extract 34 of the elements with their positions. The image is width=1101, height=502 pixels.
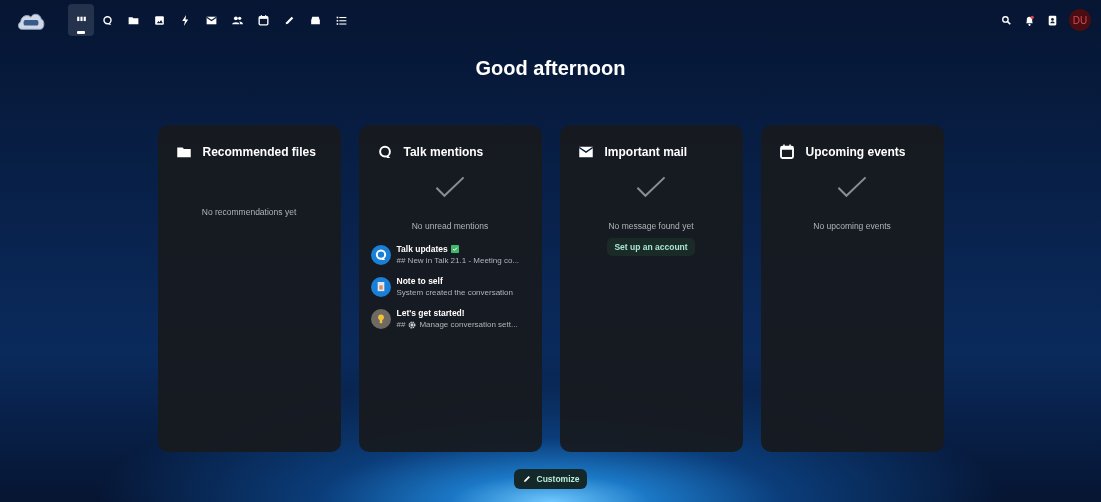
message-preview: Manage conversation sett...	[419, 320, 518, 329]
image-icon	[152, 13, 166, 27]
widget-title: Upcoming events	[805, 145, 906, 159]
conversation-item[interactable]: Let's get started! ## Manage conversation sett...	[370, 308, 534, 329]
search-icon[interactable]	[1000, 13, 1013, 27]
conversation-title: Talk updates	[396, 244, 448, 254]
message-preview: System created the conversation	[396, 288, 513, 297]
notification-bell-icon[interactable]	[1023, 13, 1036, 27]
conversation-avatar-icon	[370, 276, 391, 297]
app-grid-button[interactable]	[68, 4, 94, 36]
message-preview: ## New in Talk 21.1 - Meeting co...	[396, 256, 520, 265]
widget-title: Important mail	[604, 145, 688, 159]
widget-title: Talk mentions	[403, 145, 484, 159]
conversation-avatar-icon	[370, 308, 391, 329]
contact-card-icon[interactable]	[1046, 13, 1059, 27]
widget-title: Recommended files	[202, 145, 316, 159]
empty-message: No upcoming events	[813, 221, 891, 231]
conversation-title: Note to self	[396, 276, 443, 286]
user-avatar[interactable]: DU	[1069, 9, 1091, 31]
empty-message: No recommendations yet	[201, 207, 297, 217]
conversation-item[interactable]: Talk updates ## New in Talk 21.1 - Meeting co...	[370, 244, 534, 265]
chat-bubble-icon	[100, 13, 114, 27]
empty-message: No unread mentions	[411, 221, 489, 231]
setup-account-button[interactable]: Set up an account	[607, 238, 695, 256]
calendar-icon	[256, 13, 270, 27]
conversation-item[interactable]: Note to self System created the conversation	[370, 276, 534, 297]
calendar-icon	[777, 143, 796, 161]
conversation-title: Let's get started!	[396, 308, 465, 318]
pencil-icon	[521, 474, 532, 484]
empty-message: No message found yet	[608, 221, 694, 231]
message-prefix: ##	[396, 320, 406, 329]
conversation-avatar-icon	[370, 244, 391, 265]
customize-button[interactable]: Customize	[513, 469, 588, 489]
greeting-heading: Good afternoon	[474, 57, 627, 81]
